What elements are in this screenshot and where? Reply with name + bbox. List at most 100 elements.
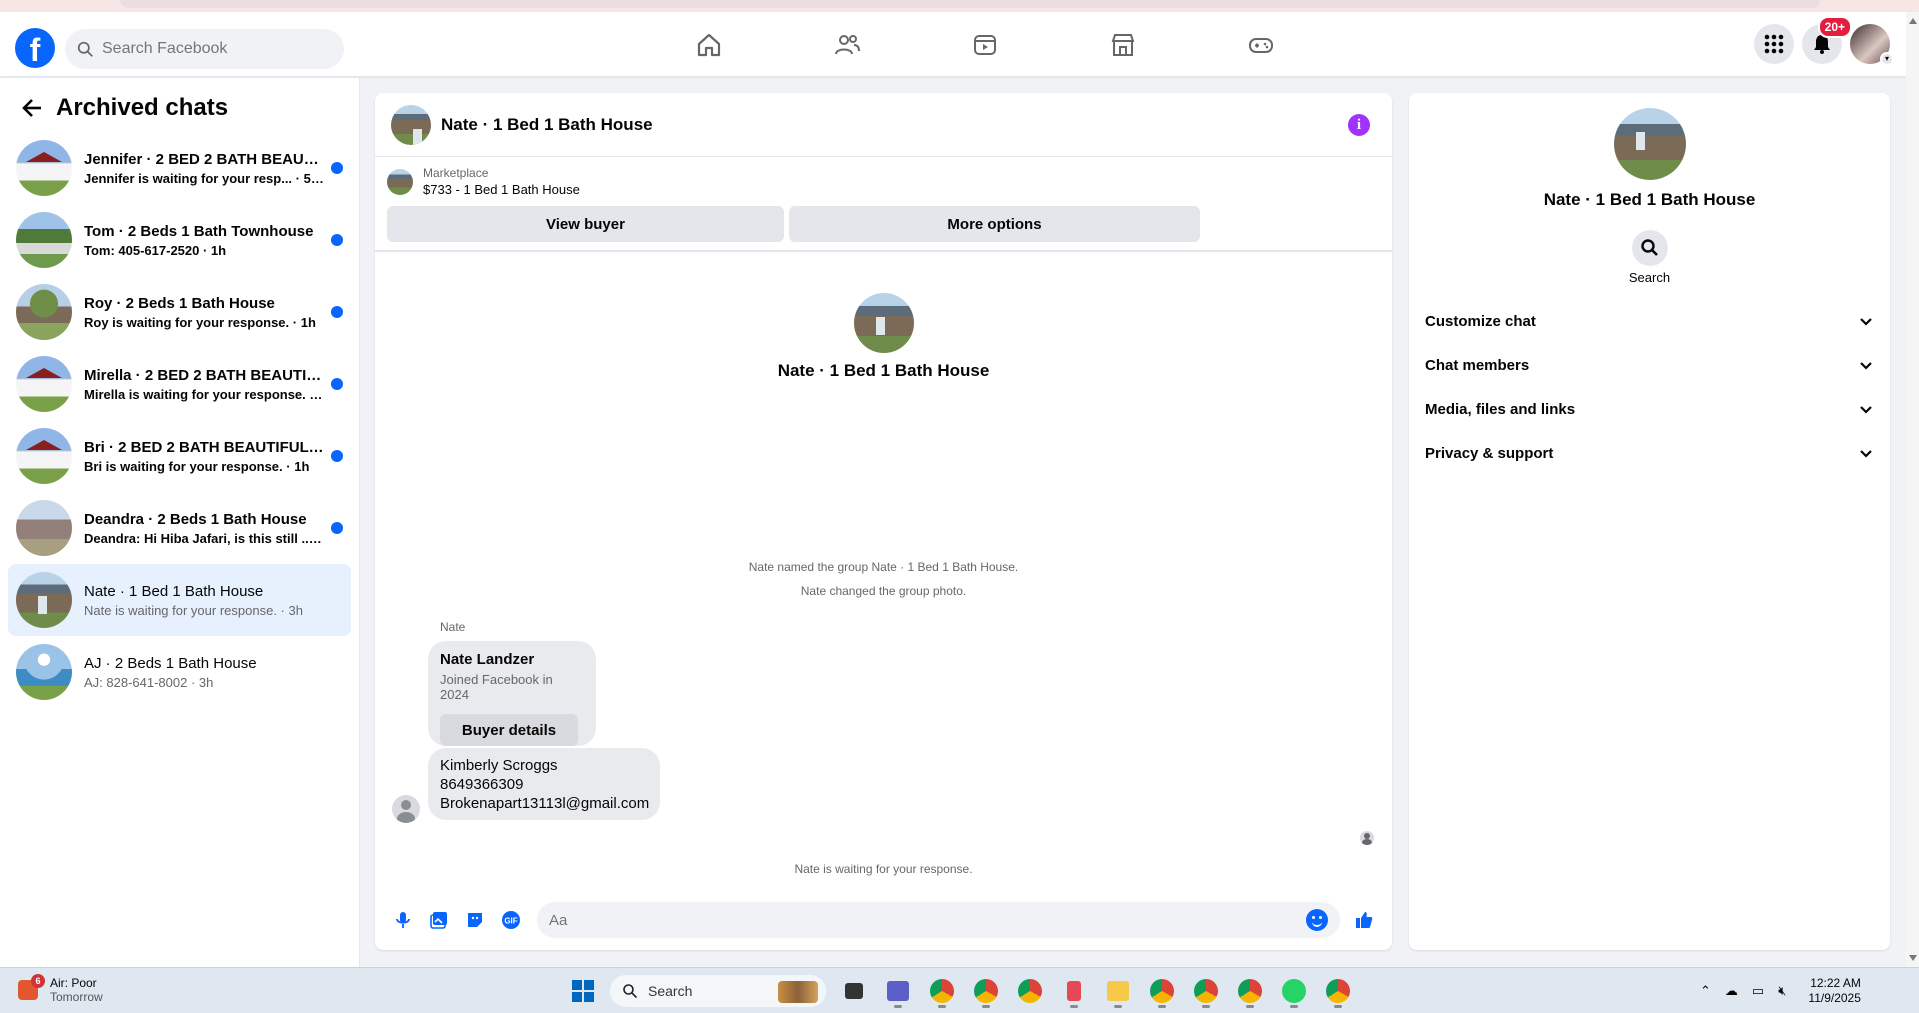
listing-title: $733 - 1 Bed 1 Bath House	[423, 182, 580, 197]
sticker-button[interactable]	[457, 902, 493, 938]
menu-button[interactable]	[1754, 24, 1794, 64]
chat-list-item[interactable]: Deandra · 2 Beds 1 Bath House Deandra: Hi…	[8, 492, 351, 564]
chevron-up-icon[interactable]: ⌃	[1700, 983, 1711, 999]
windows-start-icon[interactable]	[572, 980, 594, 1002]
chat-thumbnail	[16, 140, 72, 196]
nav-home[interactable]	[640, 12, 778, 77]
chrome-profile-3[interactable]	[1012, 974, 1048, 1008]
taskbar-search[interactable]: Search	[610, 975, 826, 1007]
chat-info-section[interactable]: Chat members	[1417, 343, 1882, 387]
search-icon	[77, 41, 93, 57]
snipping-tool[interactable]	[1056, 974, 1092, 1008]
page-scrollbar[interactable]	[1906, 12, 1919, 967]
chat-preview-row: Deandra: Hi Hiba Jafari, is this still .…	[84, 531, 324, 546]
chat-list-item[interactable]: Jennifer · 2 BED 2 BATH BEAUTIFUL HOUSE J…	[8, 132, 351, 204]
chrome-icon	[930, 979, 954, 1003]
chrome-icon	[1150, 979, 1174, 1003]
notifications-button[interactable]: 20+	[1802, 16, 1852, 64]
marketplace-icon	[1111, 33, 1135, 56]
chat-time: · 1h	[199, 242, 227, 258]
cloud-offline-icon[interactable]: ☁	[1725, 983, 1738, 999]
attach-photo-button[interactable]	[421, 902, 457, 938]
facebook-search[interactable]	[65, 29, 344, 69]
chat-info-section[interactable]: Media, files and links	[1417, 387, 1882, 431]
sender-avatar[interactable]	[392, 795, 420, 823]
whatsapp-app[interactable]	[1276, 974, 1312, 1008]
voice-clip-button[interactable]	[385, 902, 421, 938]
chrome-profile-7[interactable]	[1320, 974, 1356, 1008]
group-photo[interactable]	[853, 293, 914, 353]
nav-friends[interactable]	[778, 12, 916, 77]
chat-info-section[interactable]: Privacy & support	[1417, 431, 1882, 475]
scroll-up-icon[interactable]	[1909, 18, 1917, 24]
nav-video[interactable]	[916, 12, 1054, 77]
chrome-profile-4[interactable]	[1144, 974, 1180, 1008]
chat-info-avatar[interactable]	[1613, 108, 1686, 180]
weather-badge: 6	[31, 974, 45, 988]
chat-text: Mirella · 2 BED 2 BATH BEAUTIFUL HOUSE Mi…	[84, 367, 324, 402]
running-indicator	[894, 1005, 902, 1008]
unread-indicator	[331, 234, 343, 246]
task-view-button[interactable]	[836, 974, 872, 1008]
facebook-search-input[interactable]	[102, 40, 322, 58]
listing-actions: View buyer More options	[375, 206, 1392, 242]
weather-title: Air: Poor	[50, 976, 97, 990]
account-avatar[interactable]: ▾	[1850, 24, 1894, 66]
friends-icon	[835, 34, 860, 54]
chat-list-item[interactable]: Mirella · 2 BED 2 BATH BEAUTIFUL HOUSE Mi…	[8, 348, 351, 420]
scroll-down-icon[interactable]	[1909, 955, 1917, 961]
file-explorer[interactable]	[1100, 974, 1136, 1008]
chat-name: Roy · 2 Beds 1 Bath House	[84, 294, 275, 312]
conversation-title[interactable]: Nate · 1 Bed 1 Bath House	[441, 115, 653, 135]
like-button[interactable]	[1346, 902, 1382, 938]
chrome-profile-2[interactable]	[968, 974, 1004, 1008]
chat-preview-row: Roy is waiting for your response. · 1h	[84, 315, 324, 330]
chrome-profile-6[interactable]	[1232, 974, 1268, 1008]
buyer-details-button[interactable]: Buyer details	[440, 714, 578, 746]
network-icon[interactable]: ▭	[1752, 983, 1764, 999]
search-button[interactable]	[1631, 230, 1668, 266]
running-indicator	[1202, 1005, 1210, 1008]
running-indicator	[1246, 1005, 1254, 1008]
nav-marketplace[interactable]	[1054, 12, 1192, 77]
conversation-avatar[interactable]	[391, 104, 431, 145]
chat-text: Tom · 2 Beds 1 Bath Townhouse Tom: 405-61…	[84, 223, 324, 258]
browser-address-bar[interactable]	[120, 0, 1820, 8]
chat-preview: Bri is waiting for your response.	[84, 458, 283, 474]
emoji-icon[interactable]	[1306, 909, 1328, 931]
chat-info-section[interactable]: Customize chat	[1417, 299, 1882, 343]
system-tray: ⌃ ☁ ▭ 🔇︎ 12:22 AM 11/9/2025	[1700, 976, 1861, 1006]
chrome-icon	[1238, 979, 1262, 1003]
chat-thumbnail	[16, 356, 72, 412]
gif-button[interactable]: GIF	[493, 902, 529, 938]
zoom-app[interactable]	[880, 974, 916, 1008]
system-message-renamed: Nate named the group Nate · 1 Bed 1 Bath…	[748, 560, 1019, 574]
clock[interactable]: 12:22 AM 11/9/2025	[1808, 976, 1861, 1006]
chat-list-item[interactable]: Nate · 1 Bed 1 Bath House Nate is waiting…	[8, 564, 351, 636]
nav-gaming[interactable]	[1192, 12, 1330, 77]
more-options-button[interactable]: More options	[789, 206, 1200, 242]
air-quality-icon: 6	[18, 974, 45, 1000]
sticker-icon	[468, 913, 482, 927]
chat-preview: AJ: 828-641-8002	[84, 674, 188, 690]
windows-taskbar: 6 Air: Poor Tomorrow Search ⌃ ☁ ▭ 🔇︎ 12:…	[0, 967, 1919, 1013]
message-input[interactable]	[549, 911, 1306, 929]
marketplace-listing-bar[interactable]: Marketplace $733 - 1 Bed 1 Bath House	[375, 157, 1392, 206]
chevron-down-icon	[1860, 318, 1872, 326]
arrow-left-icon	[22, 99, 41, 117]
search-in-conversation[interactable]: Search	[1610, 230, 1690, 285]
chat-list-item[interactable]: Tom · 2 Beds 1 Bath Townhouse Tom: 405-61…	[8, 204, 351, 276]
chat-list-item[interactable]: Roy · 2 Beds 1 Bath House Roy is waiting …	[8, 276, 351, 348]
chat-list-item[interactable]: AJ · 2 Beds 1 Bath House AJ: 828-641-8002…	[8, 636, 351, 708]
back-button[interactable]	[16, 92, 48, 124]
video-icon	[974, 34, 996, 55]
chrome-profile-1[interactable]	[924, 974, 960, 1008]
chat-preview: Tom: 405-617-2520	[84, 242, 200, 258]
facebook-logo-icon[interactable]: f	[15, 28, 55, 68]
view-buyer-button[interactable]: View buyer	[387, 206, 784, 242]
weather-widget[interactable]: 6 Air: Poor Tomorrow	[18, 974, 103, 1004]
volume-muted-icon[interactable]: 🔇︎	[1778, 983, 1786, 999]
chrome-profile-5[interactable]	[1188, 974, 1224, 1008]
chat-list-item[interactable]: Bri · 2 BED 2 BATH BEAUTIFUL HOUSE Bri is…	[8, 420, 351, 492]
info-icon[interactable]: i	[1348, 114, 1370, 136]
